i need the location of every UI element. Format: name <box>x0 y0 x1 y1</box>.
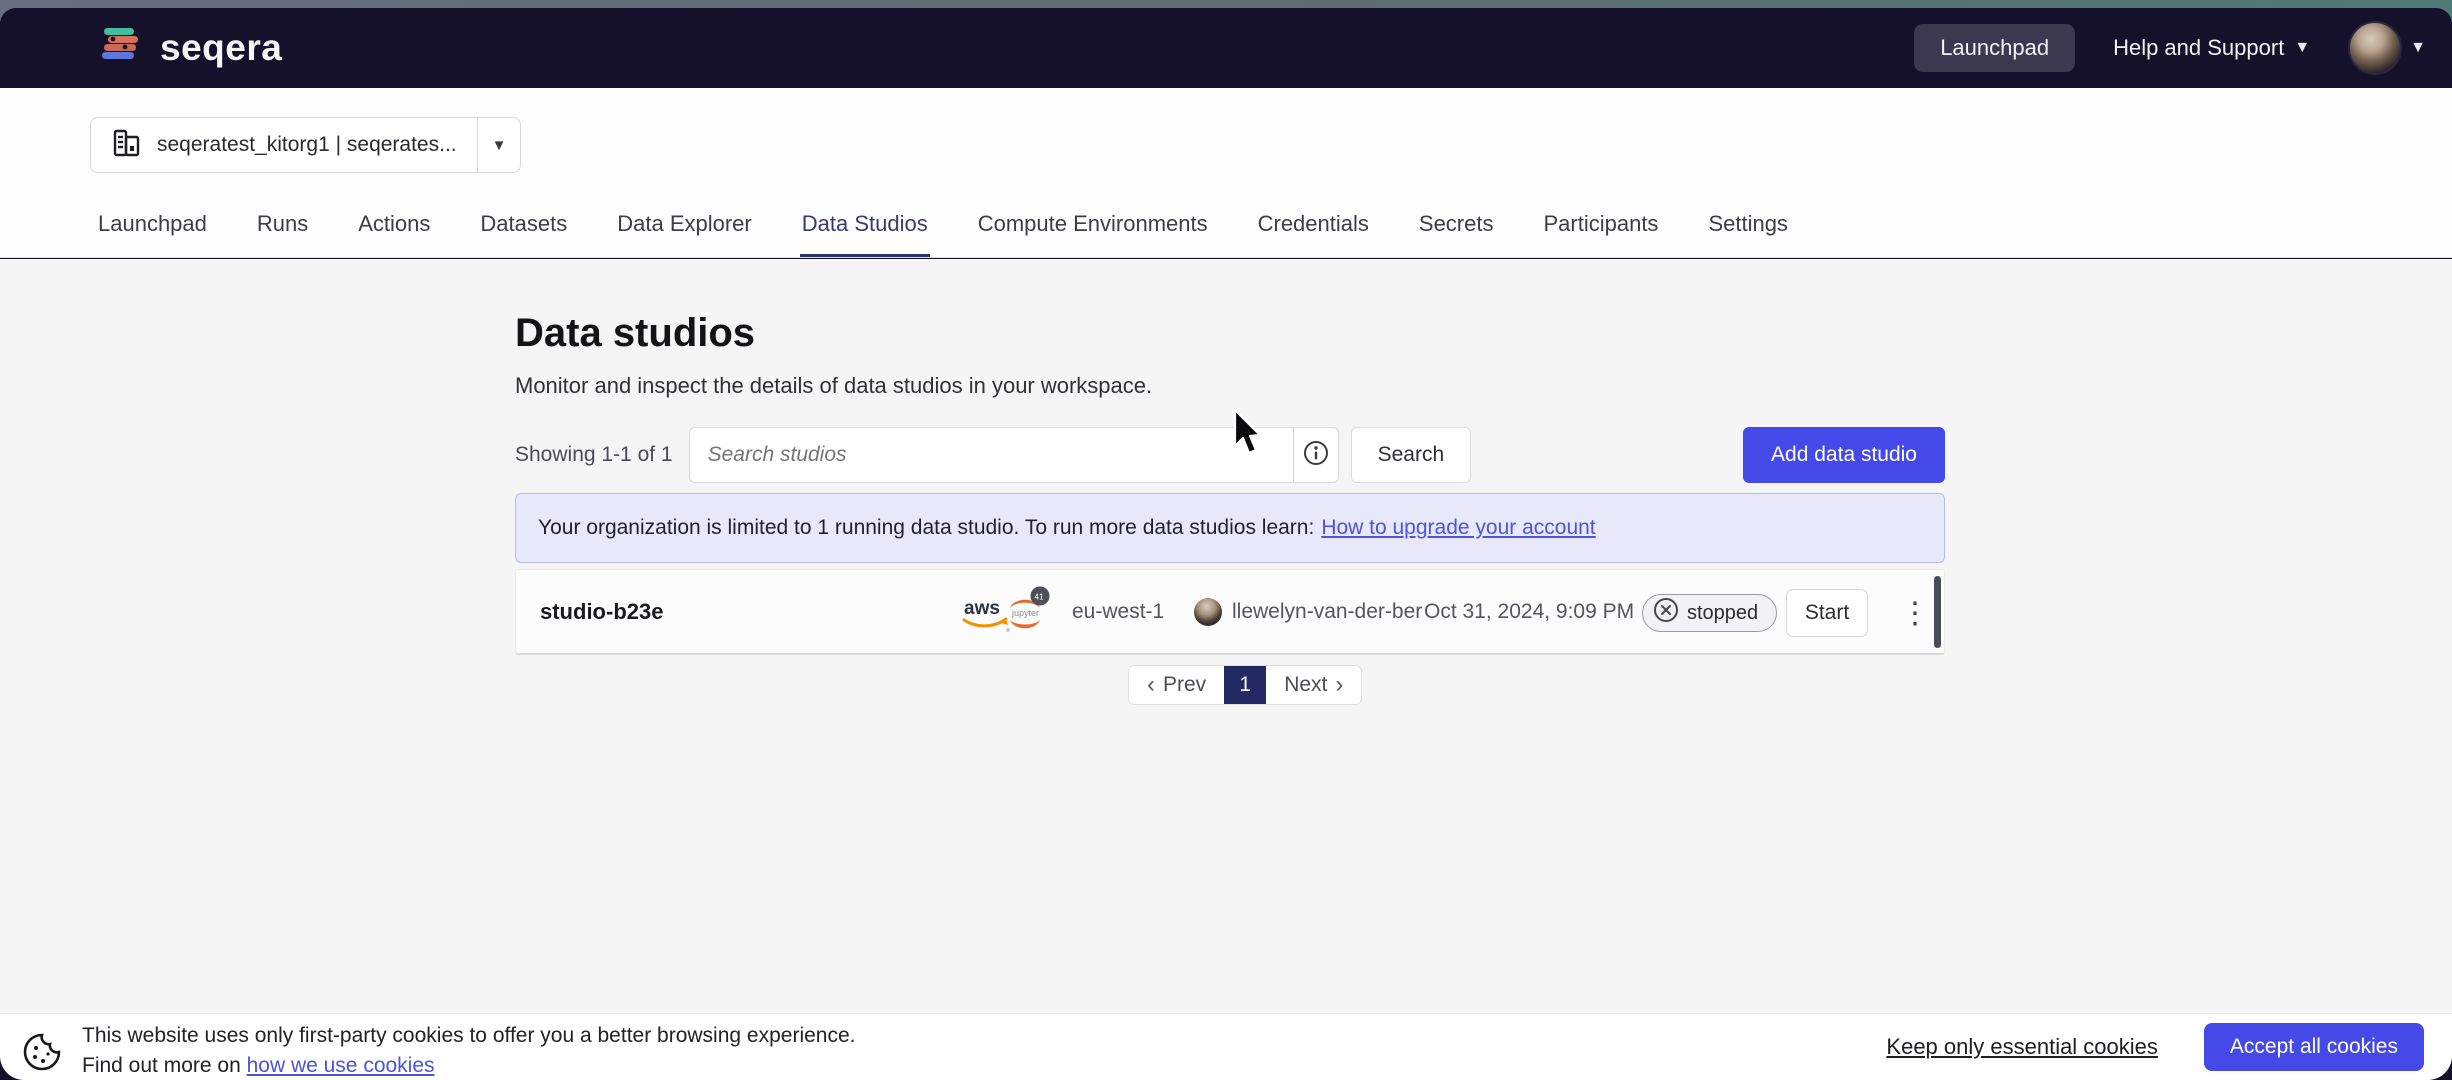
search-button[interactable]: Search <box>1351 427 1472 483</box>
studio-name[interactable]: studio-b23e <box>540 570 663 653</box>
seqera-logo[interactable]: seqera <box>98 23 282 74</box>
seqera-logo-icon <box>98 23 144 74</box>
chevron-down-icon: ▼ <box>492 137 507 154</box>
main-content: Data studios Monitor and inspect the det… <box>0 259 2452 1013</box>
studio-owner: llewelyn-van-der-ber <box>1232 570 1422 653</box>
tab-runs[interactable]: Runs <box>255 211 310 257</box>
top-navigation-bar: seqera Launchpad Help and Support ▼ ▼ <box>0 8 2452 88</box>
cookie-more-info: Find out more on how we use cookies <box>82 1054 855 1078</box>
avatar <box>2348 21 2402 75</box>
tab-data-studios[interactable]: Data Studios <box>800 211 930 257</box>
studio-created-date: Oct 31, 2024, 9:09 PM <box>1424 570 1634 653</box>
svg-text:41: 41 <box>1035 592 1044 601</box>
jupyter-icon: jupyter 41 <box>1000 570 1052 653</box>
cookie-more-prefix: Find out more on <box>82 1054 247 1077</box>
row-options-menu-icon[interactable]: ⋮ <box>1898 588 1932 638</box>
prev-label: Prev <box>1163 673 1206 697</box>
accept-all-cookies-button[interactable]: Accept all cookies <box>2204 1023 2424 1071</box>
user-menu[interactable]: ▼ <box>2348 21 2426 75</box>
workspace-selector[interactable]: seqeratest_kitorg1 | seqerates... ▼ <box>90 117 521 173</box>
help-and-support-label: Help and Support <box>2113 35 2284 61</box>
keep-essential-cookies-button[interactable]: Keep only essential cookies <box>1886 1034 2158 1060</box>
workspace-selector-caret[interactable]: ▼ <box>477 118 521 172</box>
prev-page-button[interactable]: ‹ Prev <box>1129 666 1224 704</box>
workspace-header: seqeratest_kitorg1 | seqerates... ▼ Laun… <box>0 88 2452 258</box>
add-data-studio-button[interactable]: Add data studio <box>1743 427 1945 483</box>
tab-launchpad[interactable]: Launchpad <box>96 211 209 257</box>
info-icon <box>1303 440 1329 471</box>
studio-region: eu-west-1 <box>1072 570 1164 653</box>
page-title: Data studios <box>515 311 755 356</box>
owner-avatar <box>1194 570 1222 653</box>
tab-actions[interactable]: Actions <box>356 211 432 257</box>
tab-datasets[interactable]: Datasets <box>478 211 569 257</box>
tab-participants[interactable]: Participants <box>1541 211 1660 257</box>
search-input[interactable] <box>689 427 1293 483</box>
limit-banner: Your organization is limited to 1 runnin… <box>515 493 1945 563</box>
tab-compute-environments[interactable]: Compute Environments <box>976 211 1210 257</box>
launchpad-button[interactable]: Launchpad <box>1914 24 2075 72</box>
cookie-message: This website uses only first-party cooki… <box>82 1024 855 1048</box>
limit-banner-text: Your organization is limited to 1 runnin… <box>538 516 1314 540</box>
studios-toolbar: Showing 1-1 of 1 Search Add data studio <box>515 427 1945 483</box>
brand-name: seqera <box>160 27 282 69</box>
organization-icon <box>111 127 143 164</box>
chevron-down-icon: ▼ <box>2410 39 2426 57</box>
tab-data-explorer[interactable]: Data Explorer <box>615 211 754 257</box>
studio-row: studio-b23e aws jupyter 41 eu-west-1 <box>515 569 1945 655</box>
stopped-icon <box>1653 597 1679 629</box>
cookie-icon <box>22 1032 62 1077</box>
status-label: stopped <box>1687 602 1758 625</box>
page-number-current[interactable]: 1 <box>1224 666 1266 704</box>
next-page-button[interactable]: Next › <box>1266 666 1361 704</box>
search-group <box>689 427 1339 483</box>
tab-secrets[interactable]: Secrets <box>1417 211 1496 257</box>
svg-text:aws: aws <box>964 598 1000 619</box>
help-and-support-menu[interactable]: Help and Support ▼ <box>2113 35 2310 61</box>
svg-text:jupyter: jupyter <box>1011 608 1039 618</box>
pagination: ‹ Prev 1 Next › <box>1128 665 1362 705</box>
tab-settings[interactable]: Settings <box>1706 211 1790 257</box>
status-badge: stopped <box>1642 594 1777 632</box>
scrollbar-thumb[interactable] <box>1934 576 1941 648</box>
workspace-tabs: Launchpad Runs Actions Datasets Data Exp… <box>96 211 1790 257</box>
next-label: Next <box>1284 673 1327 697</box>
cookie-policy-link[interactable]: how we use cookies <box>247 1054 435 1077</box>
chevron-left-icon: ‹ <box>1147 673 1155 697</box>
upgrade-account-link[interactable]: How to upgrade your account <box>1321 516 1595 540</box>
tab-credentials[interactable]: Credentials <box>1256 211 1371 257</box>
chevron-down-icon: ▼ <box>2294 39 2310 57</box>
start-button[interactable]: Start <box>1786 589 1868 637</box>
page-subtitle: Monitor and inspect the details of data … <box>515 373 1152 399</box>
workspace-selector-label: seqeratest_kitorg1 | seqerates... <box>157 133 457 157</box>
results-count: Showing 1-1 of 1 <box>515 443 673 467</box>
chevron-right-icon: › <box>1335 673 1343 697</box>
cookie-banner: This website uses only first-party cooki… <box>0 1013 2452 1080</box>
search-info-segment[interactable] <box>1293 427 1339 483</box>
